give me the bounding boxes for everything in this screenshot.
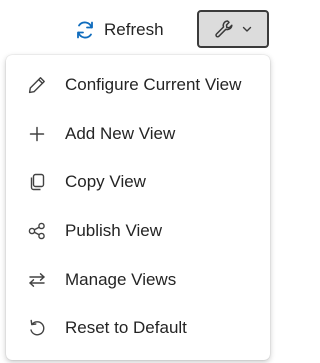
menu-item-label: Copy View <box>65 172 146 192</box>
menu-item-label: Add New View <box>65 123 176 143</box>
menu-item-label: Configure Current View <box>65 75 242 95</box>
undo-icon <box>26 317 48 339</box>
refresh-button[interactable]: Refresh <box>74 12 164 48</box>
menu-item-manage-views[interactable]: Manage Views <box>6 255 270 304</box>
refresh-icon <box>74 19 96 41</box>
menu-item-reset-to-default[interactable]: Reset to Default <box>6 304 270 353</box>
menu-item-configure-current-view[interactable]: Configure Current View <box>6 61 270 110</box>
view-options-menu: Configure Current View Add New View Copy… <box>6 55 270 360</box>
plus-icon <box>26 123 48 145</box>
refresh-label: Refresh <box>104 20 164 39</box>
menu-item-label: Reset to Default <box>65 318 187 338</box>
menu-item-publish-view[interactable]: Publish View <box>6 207 270 256</box>
view-settings-dropdown-button[interactable] <box>197 10 269 48</box>
view-toolbar-area: Refresh Configure Current View Add New V… <box>0 0 278 363</box>
wrench-icon <box>213 18 235 40</box>
chevron-down-icon <box>241 23 253 35</box>
menu-item-copy-view[interactable]: Copy View <box>6 158 270 207</box>
menu-item-add-new-view[interactable]: Add New View <box>6 110 270 159</box>
share-icon <box>26 220 48 242</box>
arrows-swap-icon <box>26 269 48 291</box>
menu-item-label: Manage Views <box>65 269 177 289</box>
menu-item-label: Publish View <box>65 221 163 241</box>
pencil-icon <box>26 74 48 96</box>
copy-icon <box>26 171 48 193</box>
